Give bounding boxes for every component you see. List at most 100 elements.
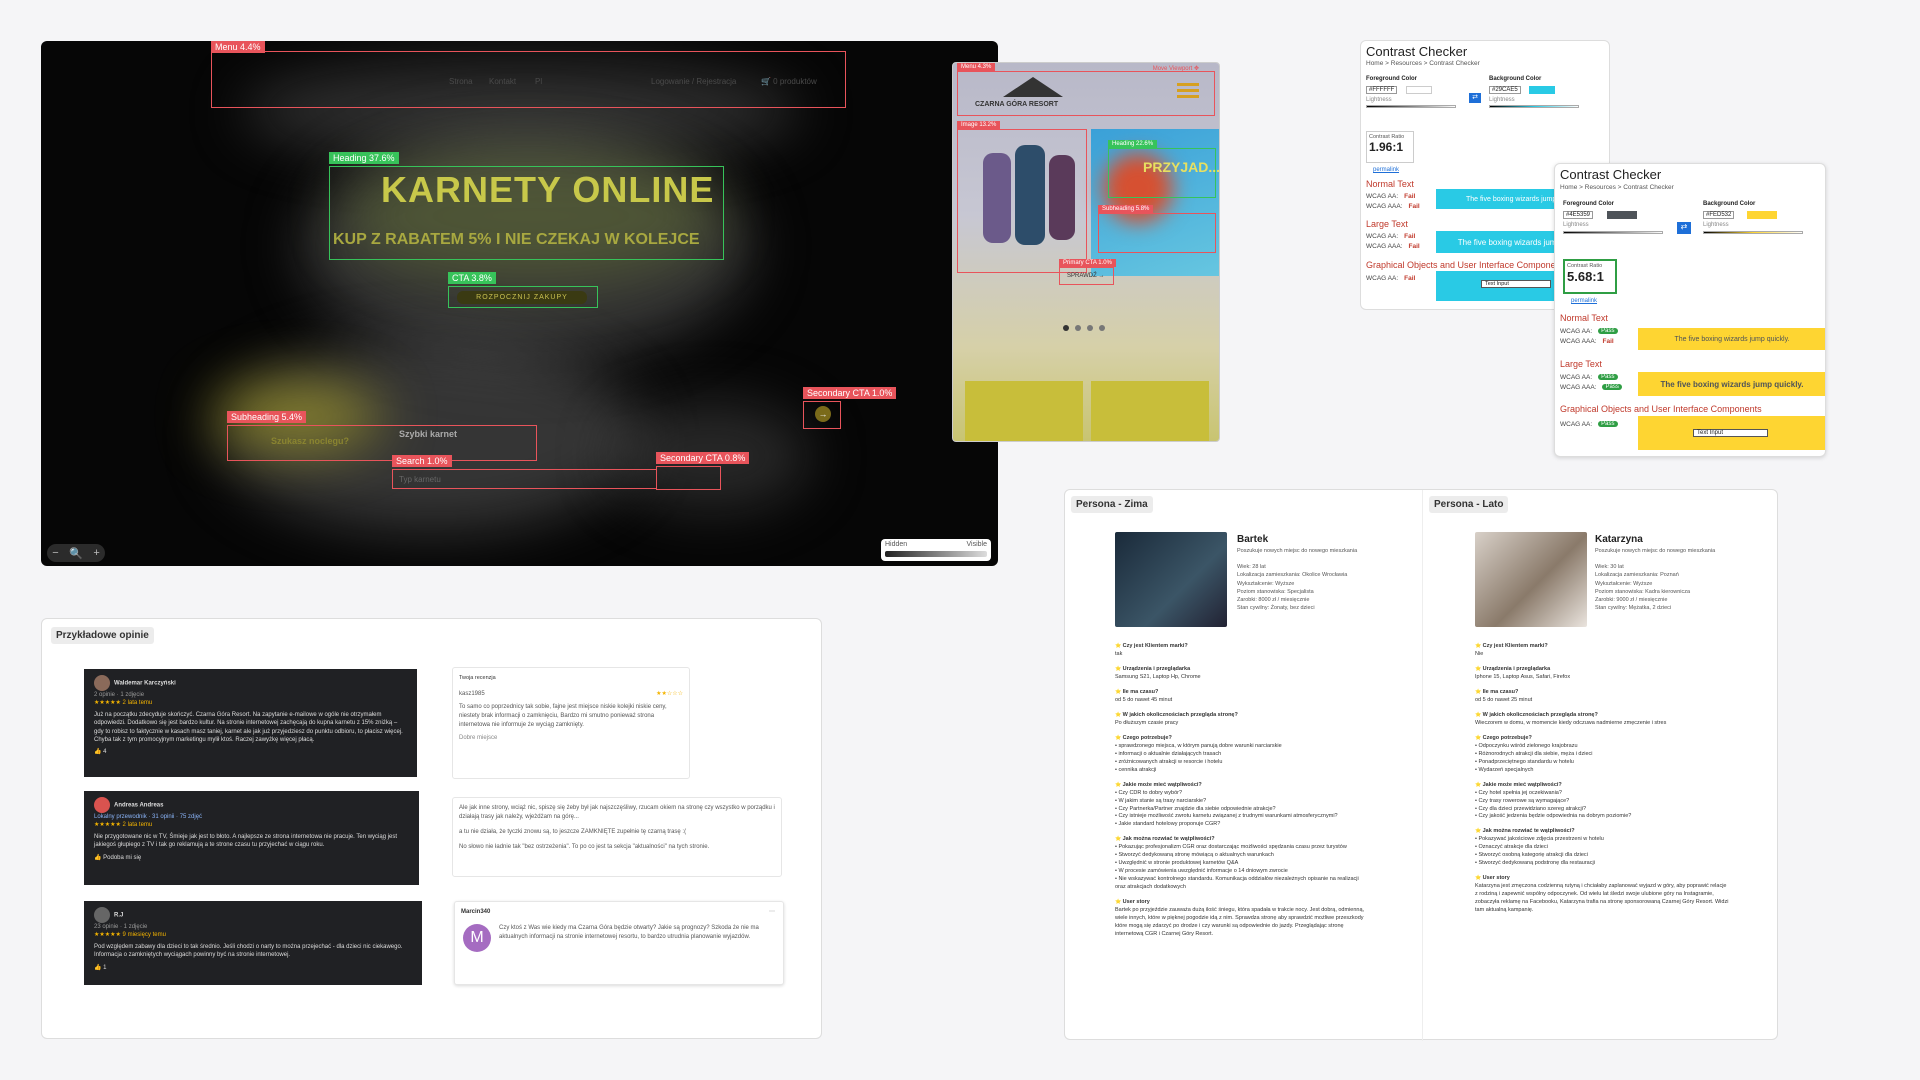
fg-hex-input[interactable]: #FFFFFF [1366, 86, 1398, 94]
reviewer-name[interactable]: R.J [114, 913, 123, 919]
mobile-heatmap-panel: Move Viewport ✥ Menu 4.3% CZARNA GÓRA RE… [952, 62, 1220, 442]
permalink[interactable]: permalink [1373, 167, 1399, 173]
persona-label: Persona - Zima [1071, 496, 1153, 513]
feature-tile[interactable] [1091, 381, 1209, 441]
zoom-icon[interactable]: 🔍 [69, 547, 83, 560]
thumbs-up-icon[interactable]: 👍 [94, 749, 101, 755]
bg-lightness-slider[interactable] [1703, 231, 1803, 234]
aa-label: WCAG AA: [1560, 420, 1593, 428]
zoom-out-button[interactable]: − [52, 547, 58, 559]
fg-hex-input[interactable]: #4E5359 [1563, 211, 1594, 219]
nav-item[interactable]: Kontakt [489, 77, 516, 86]
lodging-box-title: Szukasz noclegu? [271, 436, 350, 446]
mountain-logo-icon [1003, 77, 1063, 97]
like-button-label[interactable]: Podoba mi się [103, 855, 141, 861]
like-count: 1 [103, 964, 107, 971]
persona-question: User story [1115, 899, 1370, 907]
swap-colors-icon[interactable]: ⇄ [1677, 222, 1691, 234]
reviewer-name[interactable]: Marcin340 [461, 908, 777, 917]
avatar [94, 907, 110, 923]
zoom-in-button[interactable]: + [93, 547, 99, 559]
pass-type-input[interactable]: Typ karnetu [399, 475, 441, 484]
nav-item[interactable]: Strona [449, 77, 473, 86]
bg-hex-input[interactable]: #FED532 [1703, 211, 1735, 219]
permalink[interactable]: permalink [1571, 298, 1597, 304]
fg-swatch[interactable] [1406, 86, 1432, 94]
persona-answer: • Pokazywać jakościowe zdjęcia przestrze… [1475, 836, 1604, 867]
aaa-label: WCAG AAA: [1366, 242, 1403, 250]
start-shopping-button[interactable]: ROZPOCZNIJ ZAKUPY [457, 291, 587, 304]
reviews-panel-label: Przykładowe opinie [51, 627, 154, 644]
bg-hex-input[interactable]: #29CAE5 [1489, 86, 1521, 94]
graphical-heading: Graphical Objects and User Interface Com… [1560, 404, 1762, 414]
feature-tile[interactable] [965, 381, 1083, 441]
review-card: R.J 23 opinie · 1 zdjęcie ★★★★★ 9 miesię… [84, 901, 422, 985]
fg-label: Foreground Color [1563, 201, 1614, 207]
normal-text-heading: Normal Text [1560, 313, 1608, 323]
mobile-check-button[interactable]: SPRAWDŹ → [1067, 273, 1104, 279]
review-stars: ★★★★★ 2 lata temu [94, 822, 153, 829]
like-count: 4 [103, 749, 107, 756]
more-options-icon[interactable]: ⋯ [769, 908, 775, 917]
aaa-pass: Pass [1602, 384, 1622, 390]
thumbs-up-icon[interactable]: 👍 [94, 965, 101, 971]
persona-description: Poszukuje nowych miejsc do nowego mieszk… [1595, 548, 1716, 554]
menu-zone [211, 51, 846, 108]
bg-swatch[interactable] [1747, 211, 1777, 219]
reviewer-name[interactable]: Waldemar Karczyński [114, 681, 176, 687]
aa-label: WCAG AA: [1366, 232, 1399, 240]
aa-label: WCAG AA: [1366, 192, 1399, 200]
fg-swatch[interactable] [1607, 211, 1637, 219]
visibility-slider[interactable]: Hidden Visible [881, 539, 991, 561]
aa-pass: Pass [1598, 328, 1618, 334]
reviewer-meta: 2 opinie · 1 zdjęcie [94, 692, 145, 698]
persona-answer: • Czy hotel spełnia jej oczekiwania? • C… [1475, 789, 1632, 820]
breadcrumb[interactable]: Home > Resources > Contrast Checker [1366, 60, 1480, 67]
skier-figure [983, 153, 1011, 243]
swap-colors-icon[interactable]: ⇄ [1469, 93, 1481, 103]
thumbs-up-icon[interactable]: 👍 [94, 855, 101, 861]
graphical-sample: Text Input [1638, 416, 1825, 450]
graphical-heading: Graphical Objects and User Interface Com… [1366, 260, 1568, 270]
breadcrumb[interactable]: Home > Resources > Contrast Checker [1560, 184, 1674, 191]
reviewer-name[interactable]: Andreas Andreas [114, 803, 163, 809]
fg-label: Foreground Color [1366, 76, 1417, 82]
review-card: Waldemar Karczyński 2 opinie · 1 zdjęcie… [84, 669, 417, 777]
bg-lightness-slider[interactable] [1489, 105, 1579, 108]
reviewer-name[interactable]: kasz1985 [459, 691, 485, 697]
persona-question: Czego potrzebuje? [1475, 735, 1730, 743]
reviewer-meta: Lokalny przewodnik · 31 opinii · 75 zdję… [94, 814, 203, 820]
reviews-panel: Przykładowe opinie Waldemar Karczyński 2… [41, 618, 822, 1039]
cta-tag: CTA 3.8% [448, 272, 496, 284]
persona-question: Czy jest Klientem marki? [1475, 643, 1730, 651]
secondary-cta-tag-1: Secondary CTA 1.0% [803, 387, 897, 399]
review-text: Pod względem zabawy dla dzieci to tak śr… [94, 943, 403, 959]
arrow-right-icon[interactable]: → [815, 406, 831, 422]
bg-lightness-label: Lightness [1703, 222, 1729, 228]
mobile-subheading-tag: Subheading 5.8% [1098, 205, 1154, 213]
quick-pass-title: Szybki karnet [399, 429, 458, 439]
persona-name: Katarzyna [1595, 534, 1643, 545]
nav-item[interactable]: Pl [535, 77, 542, 86]
heading-tag: Heading 37.6% [329, 152, 399, 164]
bg-swatch[interactable] [1529, 86, 1555, 94]
review-card: Andreas Andreas Lokalny przewodnik · 31 … [84, 791, 419, 885]
hamburger-icon[interactable] [1177, 83, 1199, 99]
reviewer-meta: 23 opinie · 1 zdjęcie [94, 924, 148, 930]
review-stars: ★★☆☆☆ [656, 691, 683, 698]
fg-lightness-slider[interactable] [1366, 105, 1456, 108]
persona-answer: Bartek po przyjeździe zauważa dużą ilość… [1115, 907, 1365, 938]
persona-photo [1475, 532, 1587, 627]
persona-answer: • Pokazując profesjonalizm CGR oraz dost… [1115, 844, 1359, 891]
persona-winter: Persona - Zima Bartek Poszukuje nowych m… [1065, 490, 1420, 1039]
bg-lightness-label: Lightness [1489, 97, 1515, 103]
avatar [94, 675, 110, 691]
aaa-fail: Fail [1602, 337, 1614, 345]
sample-text-input: Text Input [1693, 429, 1768, 437]
visibility-track[interactable] [885, 551, 987, 557]
cart-link[interactable]: 🛒 0 produktów [761, 77, 817, 86]
carousel-dots[interactable] [1063, 325, 1105, 331]
fg-lightness-slider[interactable] [1563, 231, 1663, 234]
persona-summer: Persona - Lato Katarzyna Poszukuje nowyc… [1423, 490, 1778, 1039]
login-link[interactable]: Logowanie / Rejestracja [651, 77, 736, 86]
